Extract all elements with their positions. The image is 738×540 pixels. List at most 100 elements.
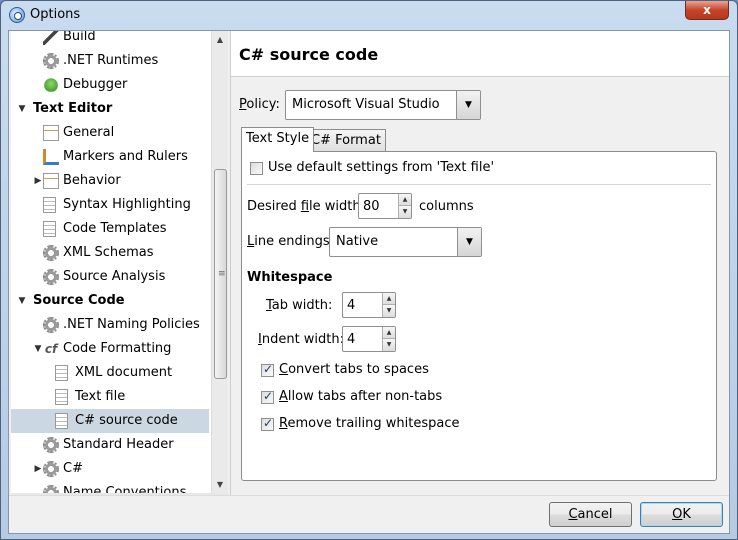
tree-item[interactable]: .NET Naming Policies (11, 313, 209, 337)
convert-tabs-checkbox[interactable] (261, 362, 274, 377)
line-endings-value: Native (336, 234, 379, 249)
allow-tabs-label: Allow tabs after non-tabs (279, 389, 443, 404)
line-endings-select[interactable]: Native ▼ (329, 227, 482, 257)
tree-scrollbar[interactable]: ▲ ≡ ▼ (211, 31, 228, 493)
page-title: C# source code (239, 45, 379, 64)
tab-width-value: 4 (347, 298, 356, 313)
gear-icon (43, 485, 59, 493)
window-title: Options (30, 7, 81, 22)
policy-select[interactable]: Microsoft Visual Studio ▼ (285, 90, 481, 120)
bug-icon (44, 78, 58, 92)
tree-item-label: Debugger (63, 77, 128, 92)
tree-item[interactable]: .NET Runtimes (11, 49, 209, 73)
expanded-arrow-icon[interactable]: ▼ (17, 289, 27, 313)
indent-width-stepper[interactable]: 4 ▲ ▼ (342, 326, 396, 352)
app-icon (9, 7, 25, 23)
tree-item[interactable]: ▼ Source Code (11, 289, 209, 313)
stepper-down-icon[interactable]: ▼ (382, 339, 395, 351)
page-icon (55, 389, 68, 405)
tree-item-label: XML document (75, 365, 173, 380)
stepper-up-icon[interactable]: ▲ (382, 327, 395, 339)
line-endings-label: Line endings: (247, 234, 334, 249)
scroll-up-arrow-icon[interactable]: ▲ (212, 31, 228, 48)
options-window: Options x Build .NET Runtimes Debugger ▼ Tex… (0, 0, 738, 540)
ok-button[interactable]: OK (640, 502, 723, 527)
tree-item[interactable]: XML Schemas (11, 241, 209, 265)
tree-item-label: .NET Naming Policies (63, 317, 200, 332)
page-icon (43, 197, 56, 213)
gear-icon (43, 317, 59, 333)
pen-icon (43, 31, 59, 45)
collapsed-arrow-icon[interactable]: ▶ (33, 457, 43, 481)
dialog-footer: Cancel OK (9, 495, 729, 533)
scroll-thumb[interactable]: ≡ (214, 169, 227, 379)
tree-item[interactable]: Name Conventions (11, 481, 209, 493)
collapsed-arrow-icon[interactable]: ▶ (33, 169, 43, 193)
desired-width-value: 80 (363, 199, 380, 214)
gear-icon (43, 53, 59, 69)
use-default-label: Use default settings from 'Text file' (268, 160, 495, 175)
tree-item[interactable]: C# source code (11, 409, 209, 433)
remove-trailing-checkbox[interactable] (261, 416, 274, 431)
tree-item-label: Source Analysis (63, 269, 166, 284)
tree-item[interactable]: Source Analysis (11, 265, 209, 289)
tree-item[interactable]: XML document (11, 361, 209, 385)
tree-item-label: Markers and Rulers (63, 149, 188, 164)
tree-item-label: Syntax Highlighting (63, 197, 191, 212)
desired-width-label: Desired file width: (247, 199, 366, 214)
expanded-arrow-icon[interactable]: ▼ (33, 337, 43, 361)
tree-item[interactable]: Text file (11, 385, 209, 409)
grip-icon: ≡ (218, 269, 226, 279)
chevron-down-icon[interactable]: ▼ (456, 91, 480, 119)
tree-item[interactable]: ▶ C# (11, 457, 209, 481)
policy-select-value: Microsoft Visual Studio (292, 97, 440, 112)
page-pen-icon (43, 125, 59, 141)
gear-icon (43, 437, 59, 453)
stepper-up-icon[interactable]: ▲ (398, 194, 411, 206)
code-formatting-icon: cf (44, 342, 58, 356)
indent-width-value: 4 (347, 332, 356, 347)
tree-item-label: Build (63, 31, 96, 44)
tree-item-label: C# source code (75, 413, 178, 428)
whitespace-heading: Whitespace (247, 270, 333, 285)
scroll-down-arrow-icon[interactable]: ▼ (212, 476, 228, 493)
tab-text-style[interactable]: Text Style (241, 127, 315, 152)
stepper-down-icon[interactable]: ▼ (398, 206, 411, 218)
tree-item[interactable]: Syntax Highlighting (11, 193, 209, 217)
columns-label: columns (419, 199, 474, 214)
stepper-up-icon[interactable]: ▲ (382, 293, 395, 305)
tree-item[interactable]: Standard Header (11, 433, 209, 457)
tree-item[interactable]: ▶ Behavior (11, 169, 209, 193)
tab-width-label: Tab width: (266, 298, 333, 313)
tree-item[interactable]: Code Templates (11, 217, 209, 241)
tree-item[interactable]: Build (11, 31, 209, 49)
gear-icon (43, 245, 59, 261)
page-icon (55, 413, 68, 429)
gear-icon (43, 269, 59, 285)
cancel-button[interactable]: Cancel (549, 502, 632, 527)
stepper-down-icon[interactable]: ▼ (382, 305, 395, 317)
separator (247, 184, 711, 185)
tree-item[interactable]: ▼ cf Code Formatting (11, 337, 209, 361)
tree-item-label: Name Conventions (63, 485, 187, 493)
allow-tabs-checkbox[interactable] (261, 389, 274, 404)
tree-item[interactable]: General (11, 121, 209, 145)
tab-width-stepper[interactable]: 4 ▲ ▼ (342, 292, 396, 318)
tree-item[interactable]: ▼ Text Editor (11, 97, 209, 121)
expanded-arrow-icon[interactable]: ▼ (17, 97, 27, 121)
page-icon (55, 365, 68, 381)
page-icon (43, 221, 56, 237)
splitter[interactable] (228, 31, 231, 495)
chevron-down-icon[interactable]: ▼ (457, 228, 481, 256)
tree-item[interactable]: Debugger (11, 73, 209, 97)
tab-csharp-format[interactable]: C# Format (306, 129, 386, 152)
close-button[interactable]: x (685, 1, 729, 20)
use-default-checkbox[interactable] (250, 162, 263, 175)
tree-item-label: C# (63, 461, 83, 476)
desired-width-stepper[interactable]: 80 ▲ ▼ (358, 193, 412, 219)
title-bar[interactable]: Options x (1, 1, 737, 29)
convert-tabs-label: Convert tabs to spaces (279, 362, 429, 377)
markers-icon (43, 149, 59, 165)
tree-item-label: Text Editor (33, 101, 113, 116)
tree-item[interactable]: Markers and Rulers (11, 145, 209, 169)
